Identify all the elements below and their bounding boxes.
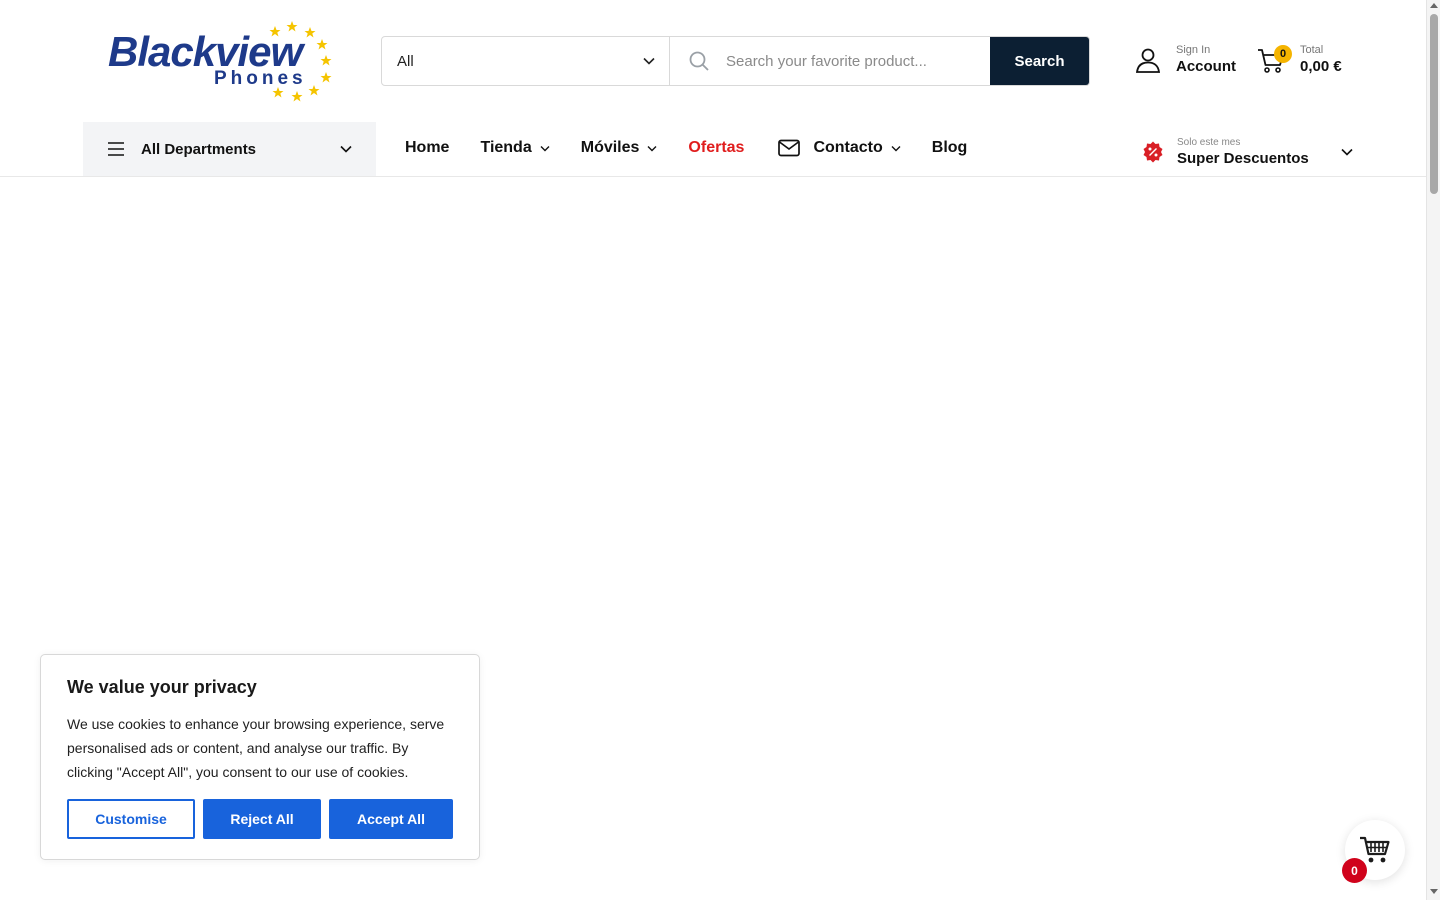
page-scrollbar[interactable] — [1426, 0, 1440, 900]
all-departments-label: All Departments — [141, 140, 257, 158]
promo-small-label: Solo este mes — [1177, 137, 1241, 148]
search-icon — [689, 51, 709, 71]
cart-total: 0,00 € — [1300, 58, 1342, 75]
chevron-down-icon — [1341, 148, 1353, 156]
accept-all-button[interactable]: Accept All — [329, 799, 453, 839]
nav-item-blog[interactable]: Blog — [932, 139, 968, 157]
category-select-value: All — [397, 52, 414, 70]
nav-item-label: Móviles — [580, 139, 640, 156]
floating-cart-count-badge: 0 — [1342, 858, 1367, 883]
nav-item-home[interactable]: Home — [405, 139, 449, 157]
account-label: Account — [1176, 58, 1236, 75]
nav-item-label: Blog — [931, 139, 968, 156]
logo-subtitle: Phones — [214, 68, 307, 89]
cart-count-badge: 0 — [1274, 45, 1292, 63]
category-select[interactable]: All — [382, 37, 670, 85]
chevron-down-icon — [647, 145, 657, 151]
discount-icon — [1143, 141, 1163, 163]
nav-menu: Home Tienda Móviles Ofertas Contacto Blo… — [405, 120, 998, 176]
user-icon — [1135, 48, 1161, 73]
chevron-down-icon — [643, 57, 655, 65]
header-top: Blackview Phones All Search Sign In Acco… — [0, 0, 1426, 120]
search-input[interactable] — [726, 52, 976, 70]
cookie-title: We value your privacy — [67, 677, 257, 697]
chevron-down-icon — [891, 145, 901, 151]
hamburger-icon — [108, 142, 124, 156]
scroll-thumb[interactable] — [1430, 14, 1438, 194]
site-logo[interactable]: Blackview Phones — [106, 18, 338, 102]
search-bar: All Search — [381, 36, 1090, 86]
mail-icon — [778, 139, 801, 157]
account-link[interactable]: Sign In Account — [1134, 44, 1236, 76]
nav-item-ofertas[interactable]: Ofertas — [688, 139, 744, 157]
nav-item-contacto[interactable]: Contacto — [778, 139, 901, 157]
promo-label: Super Descuentos — [1177, 150, 1309, 167]
cookie-body: We use cookies to enhance your browsing … — [67, 716, 445, 780]
cookie-consent-banner: We value your privacy We use cookies to … — [40, 654, 480, 860]
chevron-down-icon — [540, 145, 550, 151]
reject-all-button[interactable]: Reject All — [203, 799, 321, 839]
customise-button[interactable]: Customise — [67, 799, 195, 839]
search-field — [670, 37, 990, 85]
cart-total-small-label: Total — [1300, 44, 1324, 56]
main-nav: All Departments Home Tienda Móviles Ofer… — [0, 120, 1426, 177]
cookie-buttons: Customise Reject All Accept All — [67, 799, 461, 839]
account-small-label: Sign In — [1176, 44, 1211, 56]
nav-item-tienda[interactable]: Tienda — [480, 139, 550, 157]
cart-link[interactable]: 0 Total 0,00 € — [1256, 44, 1342, 76]
chevron-down-icon — [340, 145, 352, 153]
cart-icon — [1360, 836, 1390, 863]
nav-item-label: Tienda — [480, 139, 532, 156]
nav-item-label: Contacto — [813, 139, 883, 156]
promo-dropdown[interactable]: Solo este mes Super Descuentos — [1142, 136, 1353, 168]
scroll-up-arrow-icon[interactable] — [1430, 3, 1438, 8]
nav-item-moviles[interactable]: Móviles — [581, 139, 658, 157]
scroll-down-arrow-icon[interactable] — [1430, 889, 1438, 894]
search-button[interactable]: Search — [990, 37, 1089, 85]
all-departments-button[interactable]: All Departments — [83, 122, 376, 176]
nav-item-label: Ofertas — [688, 139, 745, 156]
nav-item-label: Home — [405, 139, 450, 156]
